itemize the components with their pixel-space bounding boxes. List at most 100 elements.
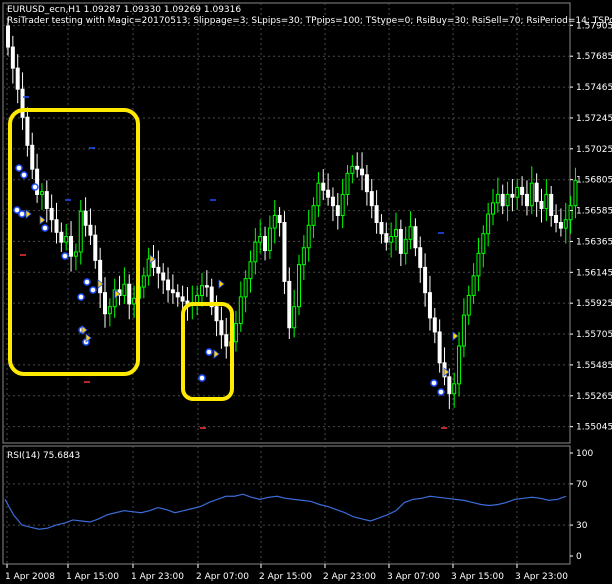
candle-body	[282, 221, 287, 282]
candle-body	[384, 233, 389, 243]
candle-body	[529, 182, 534, 207]
candle-body	[524, 193, 529, 207]
candle-body	[69, 236, 74, 257]
candle-body	[39, 191, 44, 195]
candle-body	[272, 214, 277, 229]
candle-body	[78, 210, 83, 253]
buy-arrow-icon	[437, 388, 445, 396]
candle-body	[515, 186, 520, 198]
candle-body	[568, 205, 573, 221]
time-label: 3 Apr 15:00	[451, 572, 504, 582]
candle-body	[243, 278, 248, 298]
time-label: 1 Apr 2008	[5, 572, 55, 582]
candle-body	[360, 168, 365, 176]
candle-body	[486, 213, 491, 235]
candle-body	[340, 193, 345, 216]
candle-body	[563, 219, 568, 229]
candle-body	[93, 234, 98, 261]
time-label: 1 Apr 23:00	[131, 572, 184, 582]
candle-body	[6, 25, 10, 48]
candle-body	[437, 331, 442, 364]
candle-body	[432, 317, 437, 333]
candle-body	[54, 219, 59, 233]
candle-body	[15, 67, 20, 90]
trading-chart[interactable]: 1.579051.576851.574651.572451.570251.568…	[0, 0, 612, 584]
candle-body	[238, 296, 243, 325]
buy-arrow-icon	[430, 379, 438, 387]
price-label: 1.55485	[576, 361, 612, 371]
price-label: 1.56805	[576, 176, 612, 186]
price-label: 1.56145	[576, 268, 612, 278]
buy-arrow-icon	[205, 348, 213, 356]
candle-body	[10, 46, 15, 69]
candle-body	[267, 227, 272, 252]
candle-body	[495, 193, 500, 204]
candle-body	[345, 172, 350, 195]
candle-body	[30, 144, 35, 170]
price-axis: 1.579051.576851.574651.572451.570251.568…	[570, 21, 612, 433]
candle-body	[233, 323, 238, 343]
candle-body	[180, 296, 185, 302]
candle-body	[423, 266, 428, 294]
candle-body	[73, 251, 78, 257]
price-label: 1.57245	[576, 114, 612, 124]
candle-body	[500, 193, 505, 207]
candle-body	[408, 226, 413, 240]
buy-arrow-icon	[89, 286, 97, 294]
candle-body	[355, 165, 360, 170]
candle-body	[195, 294, 200, 303]
candle-body	[330, 196, 335, 207]
candle-body	[292, 306, 297, 329]
rsi-level-label: 30	[576, 521, 588, 531]
candle-body	[20, 88, 25, 118]
candle-body	[466, 294, 471, 316]
candle-body	[132, 297, 137, 305]
symbol-info-line: EURUSD_ecn,H1 1.09287 1.09330 1.09269 1.…	[7, 5, 242, 15]
buy-arrow-icon	[83, 278, 91, 286]
price-label: 1.56585	[576, 207, 612, 217]
buy-arrow-icon	[61, 252, 69, 260]
candle-body	[457, 345, 462, 385]
candle-body	[452, 383, 457, 395]
candle-body	[461, 314, 466, 347]
buy-arrow-icon	[20, 171, 28, 179]
candle-body	[427, 292, 432, 319]
candle-body	[549, 193, 554, 216]
candle-body	[127, 283, 132, 305]
time-label: 2 Apr 07:00	[196, 572, 249, 582]
buy-arrow-icon	[198, 374, 206, 382]
buy-arrow-icon	[77, 293, 85, 301]
price-chart-area[interactable]	[2, 2, 571, 444]
price-label: 1.57465	[576, 83, 612, 93]
candle-body	[156, 266, 161, 274]
time-label: 3 Apr 23:00	[515, 572, 568, 582]
candle-body	[297, 264, 301, 308]
candle-body	[321, 182, 326, 191]
time-axis: 1 Apr 2008 1 Apr 15:00 1 Apr 23:00 2 Apr 07…	[5, 564, 568, 582]
candle-body	[481, 233, 486, 254]
buy-arrow-icon	[15, 164, 23, 172]
candle-body	[248, 261, 253, 280]
candle-body	[25, 116, 30, 146]
price-label: 1.55265	[576, 392, 612, 402]
candle-body	[447, 376, 452, 395]
candle-body	[219, 320, 224, 336]
candle-body	[141, 275, 146, 288]
candle-body	[374, 205, 379, 223]
candle-body	[64, 236, 69, 243]
candle-body	[35, 168, 40, 195]
candle-body	[200, 285, 204, 296]
buy-arrow-icon	[41, 224, 49, 232]
candle-body	[369, 191, 374, 207]
candle-body	[379, 221, 384, 235]
candle-body	[49, 207, 54, 221]
candle-body	[311, 205, 316, 226]
candle-body	[350, 165, 355, 174]
rsi-level-label: 70	[576, 480, 588, 490]
ea-parameters-line: RsiTrader testing with Magic=20170513; S…	[7, 16, 612, 26]
candle-body	[520, 186, 525, 195]
candle-body	[214, 306, 219, 322]
candle-body	[394, 229, 398, 238]
candle-body	[554, 214, 559, 223]
candle-body	[505, 193, 510, 207]
